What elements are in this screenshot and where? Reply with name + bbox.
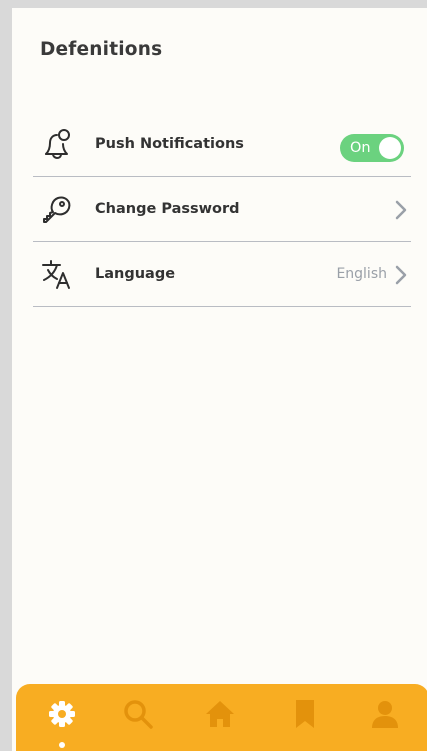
- bell-icon: [40, 127, 74, 161]
- nav-item-search[interactable]: [120, 696, 156, 736]
- settings-screen: Defenitions Push Notifications On Change…: [12, 8, 427, 751]
- nav-item-settings[interactable]: [44, 696, 80, 748]
- toggle-label: On: [350, 140, 371, 156]
- home-icon: [203, 698, 237, 734]
- nav-item-home[interactable]: [202, 696, 238, 736]
- search-icon: [122, 698, 154, 734]
- language-value: English: [336, 266, 387, 282]
- user-icon: [369, 698, 401, 734]
- toggle-knob: [379, 137, 401, 159]
- settings-list: Push Notifications On Change Password La…: [33, 112, 411, 307]
- chevron-right-icon: [393, 199, 409, 221]
- setting-row-change-password[interactable]: Change Password: [33, 177, 411, 242]
- setting-row-language[interactable]: Language English: [33, 242, 411, 307]
- bookmark-icon: [293, 698, 317, 734]
- active-indicator: [59, 742, 65, 748]
- setting-label: Push Notifications: [95, 136, 244, 152]
- setting-label: Change Password: [95, 201, 240, 217]
- page-title: Defenitions: [40, 39, 163, 60]
- key-icon: [40, 192, 74, 226]
- chevron-right-icon: [393, 264, 409, 286]
- bottom-nav: [16, 684, 427, 751]
- setting-row-push-notifications[interactable]: Push Notifications On: [33, 112, 411, 177]
- translate-icon: [40, 257, 74, 291]
- nav-item-bookmarks[interactable]: [287, 696, 323, 736]
- setting-label: Language: [95, 266, 176, 282]
- nav-item-profile[interactable]: [367, 696, 403, 736]
- gear-icon: [47, 699, 77, 733]
- push-notifications-toggle[interactable]: On: [340, 134, 404, 162]
